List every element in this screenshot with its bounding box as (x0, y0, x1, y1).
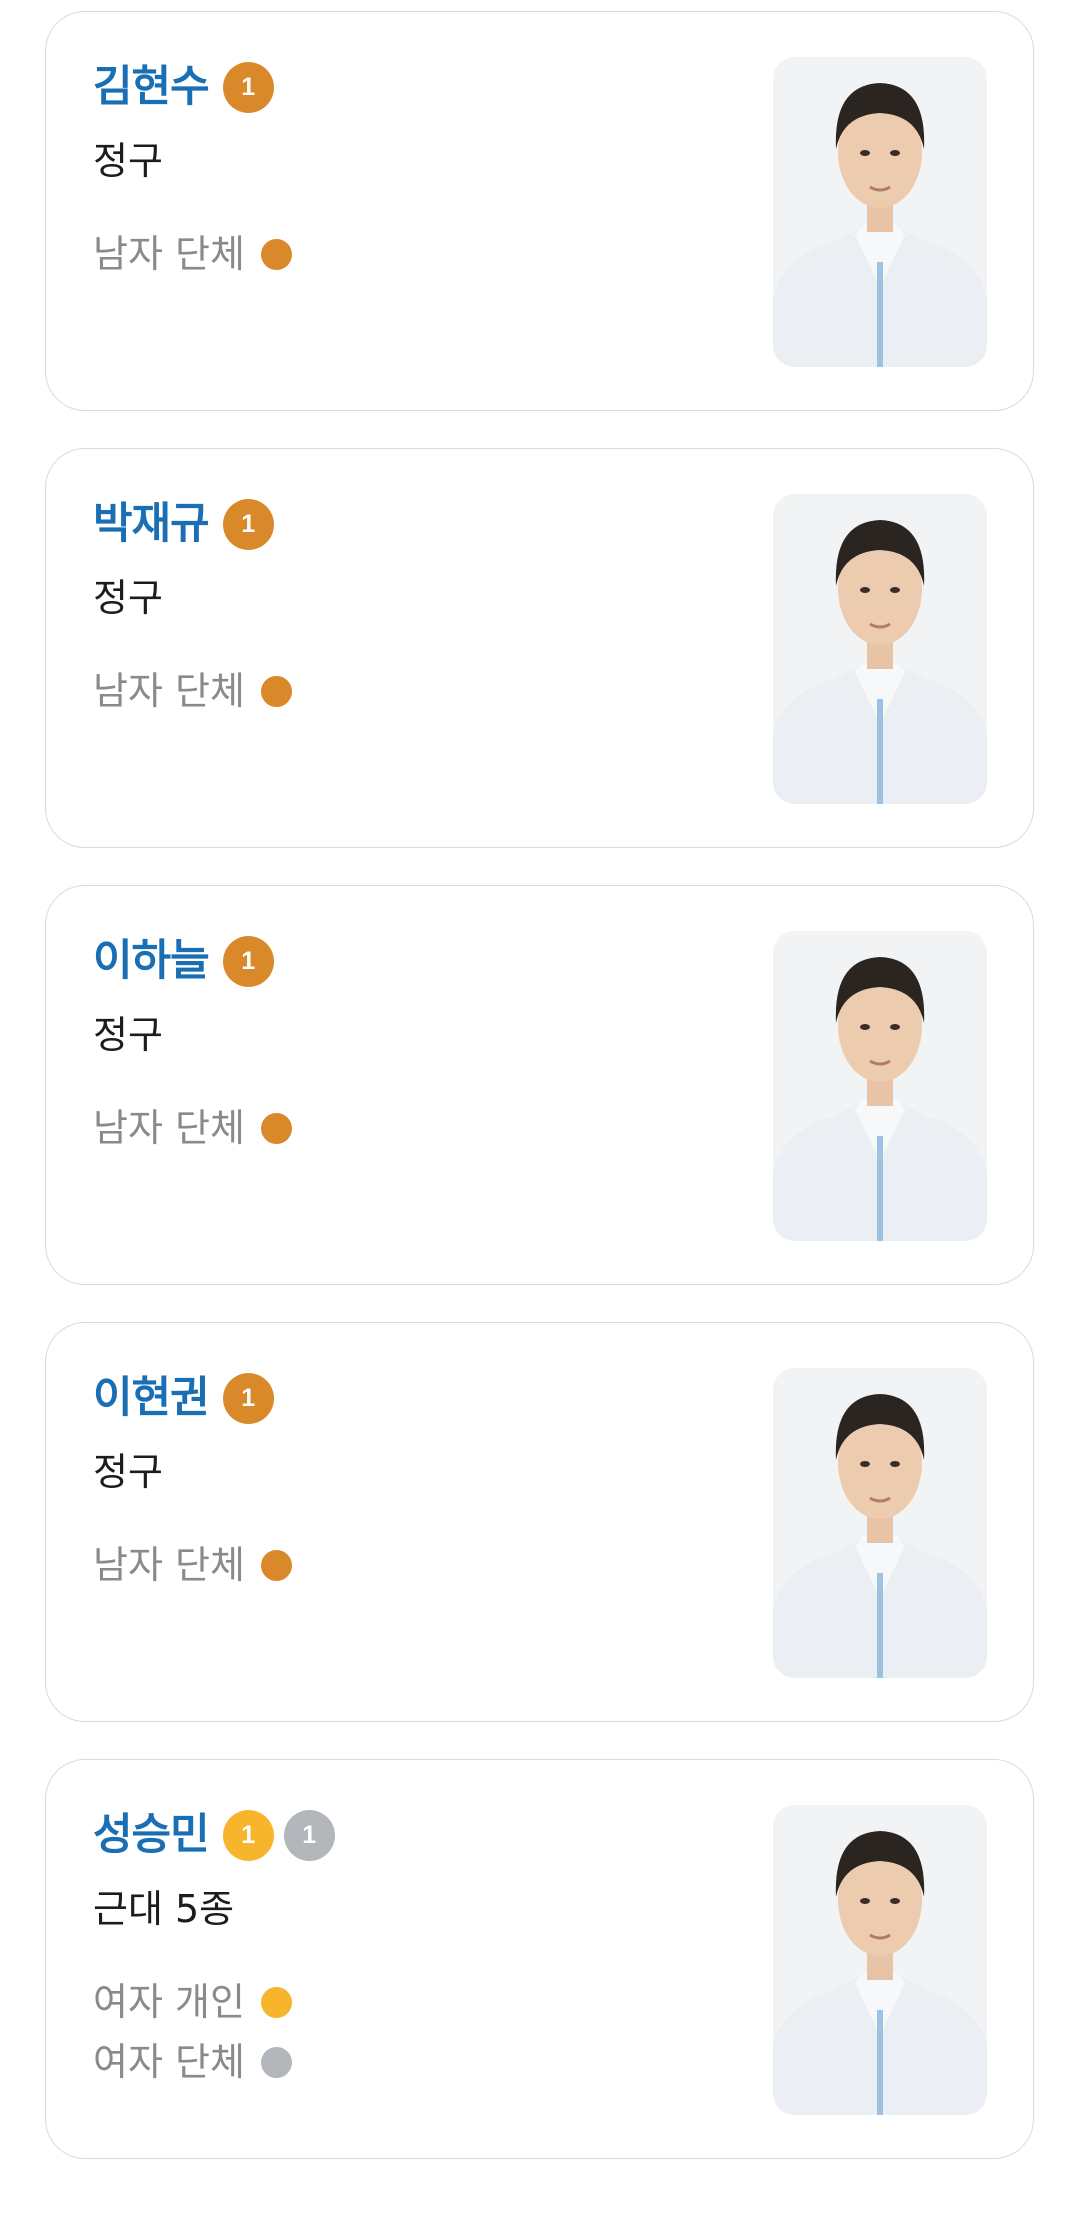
athlete-card[interactable]: 성승민 1 1 근대 5종 여자 개인 여자 단체 (45, 1759, 1034, 2159)
event-name: 남자 단체 (93, 1106, 245, 1150)
name-row: 박재규 1 (93, 493, 274, 555)
athlete-card[interactable]: 박재규 1 정구 남자 단체 (45, 448, 1034, 848)
medal-dot-icon (260, 1549, 292, 1581)
silver-medal-count-badge: 1 (283, 1809, 335, 1861)
athlete-name[interactable]: 김현수 (93, 56, 210, 118)
silver-medal-dot-icon (260, 2046, 292, 2078)
event-list: 여자 개인 여자 단체 (93, 1972, 292, 2092)
name-row: 이현권 1 (93, 1367, 274, 1429)
event-item: 남자 단체 (93, 1098, 292, 1158)
medal-dot-icon (260, 1112, 292, 1144)
name-row: 성승민 1 1 (93, 1804, 335, 1866)
athlete-photo (773, 1368, 987, 1678)
event-name: 남자 단체 (93, 232, 245, 276)
event-name: 여자 개인 (93, 1980, 245, 2024)
portrait-figure (773, 57, 987, 367)
portrait-figure (773, 1805, 987, 2115)
event-name: 남자 단체 (93, 1543, 245, 1587)
sport-name: 근대 5종 (93, 1887, 235, 1931)
gold-medal-dot-icon (260, 1986, 292, 2018)
medal-count-badge: 1 (222, 61, 274, 113)
sport-name: 정구 (93, 576, 163, 620)
athlete-photo (773, 57, 987, 367)
athlete-photo (773, 931, 987, 1241)
medal-dot-icon (260, 675, 292, 707)
event-list: 남자 단체 (93, 224, 292, 284)
medal-dot-icon (260, 238, 292, 270)
medal-count-badge: 1 (222, 498, 274, 550)
athlete-card[interactable]: 이현권 1 정구 남자 단체 (45, 1322, 1034, 1722)
event-list: 남자 단체 (93, 1098, 292, 1158)
portrait-figure (773, 494, 987, 804)
event-name: 여자 단체 (93, 2040, 245, 2084)
event-item: 남자 단체 (93, 1535, 292, 1595)
sport-name: 정구 (93, 1013, 163, 1057)
event-list: 남자 단체 (93, 1535, 292, 1595)
athlete-name[interactable]: 이현권 (93, 1367, 210, 1429)
athlete-card[interactable]: 이하늘 1 정구 남자 단체 (45, 885, 1034, 1285)
athlete-name[interactable]: 박재규 (93, 493, 210, 555)
name-row: 김현수 1 (93, 56, 274, 118)
portrait-figure (773, 1368, 987, 1678)
athlete-name[interactable]: 성승민 (93, 1804, 210, 1866)
medal-count-badge: 1 (222, 1372, 274, 1424)
athlete-photo (773, 1805, 987, 2115)
event-name: 남자 단체 (93, 669, 245, 713)
portrait-figure (773, 931, 987, 1241)
athlete-card[interactable]: 김현수 1 정구 남자 단체 (45, 11, 1034, 411)
medal-count-badge: 1 (222, 935, 274, 987)
event-item: 남자 단체 (93, 224, 292, 284)
event-list: 남자 단체 (93, 661, 292, 721)
event-item: 여자 단체 (93, 2032, 292, 2092)
athlete-name[interactable]: 이하늘 (93, 930, 210, 992)
event-item: 여자 개인 (93, 1972, 292, 2032)
name-row: 이하늘 1 (93, 930, 274, 992)
athlete-list: 김현수 1 정구 남자 단체 박재규 1 정구 남자 단체 이하늘 1 정구 남… (0, 0, 1079, 2213)
sport-name: 정구 (93, 139, 163, 183)
athlete-photo (773, 494, 987, 804)
gold-medal-count-badge: 1 (222, 1809, 274, 1861)
sport-name: 정구 (93, 1450, 163, 1494)
event-item: 남자 단체 (93, 661, 292, 721)
